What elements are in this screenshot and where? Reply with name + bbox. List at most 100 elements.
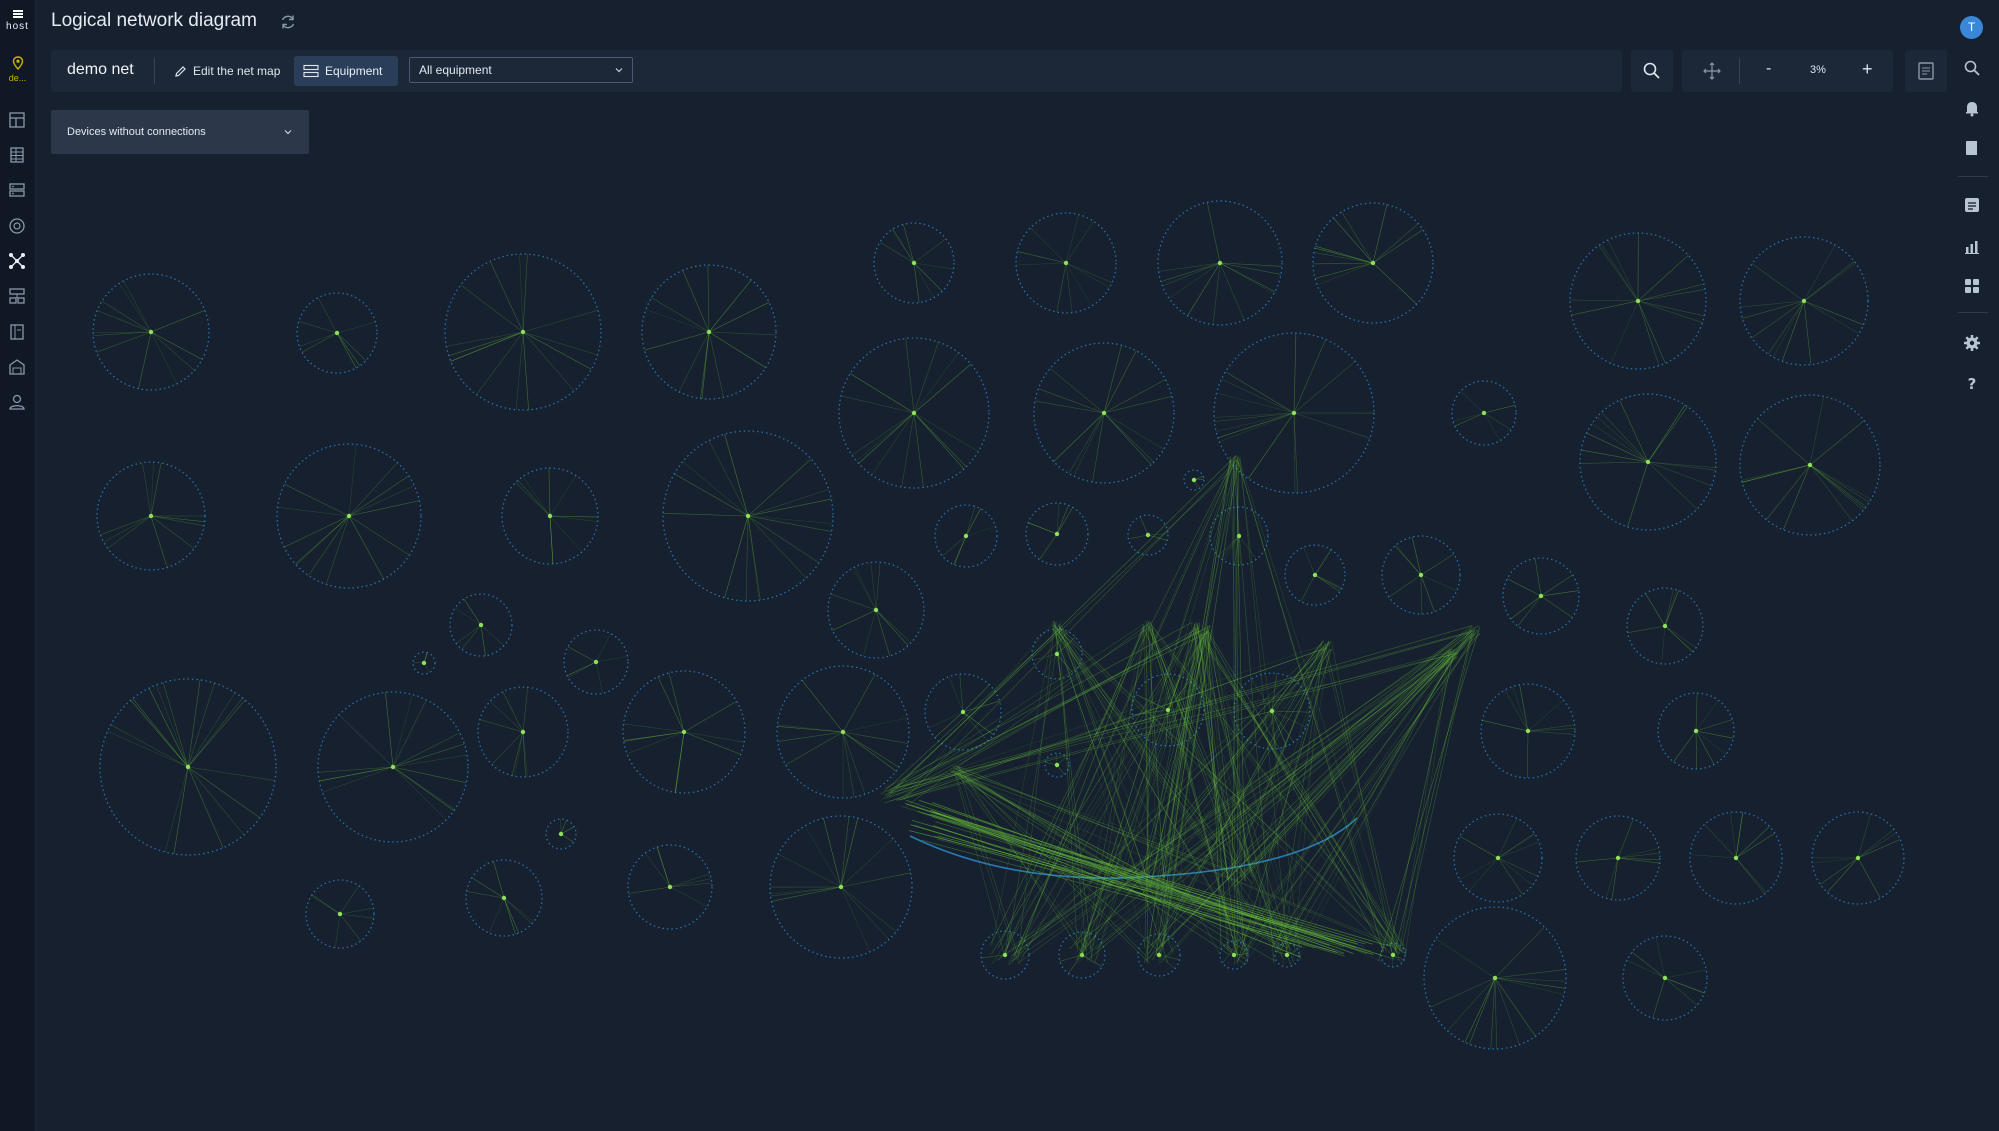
hub-node[interactable] [346,513,352,519]
devices-icon[interactable] [7,286,27,306]
node-cluster[interactable] [622,670,746,794]
hub-node[interactable] [1801,298,1807,304]
node-cluster[interactable] [980,930,1030,980]
gear-icon[interactable] [1962,333,1982,353]
node-cluster[interactable] [873,222,955,304]
node-cluster[interactable] [641,264,777,400]
hub-node[interactable] [838,884,844,890]
hub-node[interactable] [1418,572,1424,578]
hub-node[interactable] [1662,623,1668,629]
hub-node[interactable] [148,329,154,335]
location-selector[interactable]: de... [0,56,35,83]
hub-node[interactable] [1525,728,1531,734]
hub-node[interactable] [501,895,507,901]
node-cluster[interactable] [1312,202,1434,324]
refresh-icon[interactable] [279,13,297,31]
node-cluster[interactable] [276,443,422,589]
equipment-filter-select[interactable]: All equipment [409,57,633,83]
node-cluster[interactable] [627,844,713,930]
map-search-button[interactable] [1631,50,1673,92]
hub-node[interactable] [963,533,969,539]
node-cluster[interactable] [1626,587,1704,665]
hub-node[interactable] [1312,572,1318,578]
hub-node[interactable] [1693,728,1699,734]
node-cluster[interactable] [1622,935,1708,1021]
hub-node[interactable] [667,884,673,890]
hub-node[interactable] [1855,855,1861,861]
zoom-in-button[interactable]: + [1862,59,1873,80]
hub-node[interactable] [1370,260,1376,266]
hub-node[interactable] [478,622,484,628]
hub-node[interactable] [681,729,687,735]
chart-icon[interactable] [1962,236,1982,256]
node-cluster[interactable] [412,651,436,675]
hub-node[interactable] [840,729,846,735]
hub-node[interactable] [1615,855,1621,861]
hub-node[interactable] [185,764,191,770]
hub-node[interactable] [745,513,751,519]
node-cluster[interactable] [662,430,834,602]
node-cluster[interactable] [296,292,378,374]
hub-node[interactable] [1145,532,1151,538]
list-icon[interactable] [1962,195,1982,215]
user-avatar[interactable]: T [1960,16,1983,39]
node-cluster[interactable] [1569,232,1707,370]
node-cluster[interactable] [1453,813,1543,903]
node-cluster[interactable] [1579,393,1717,531]
document-icon[interactable] [7,322,27,342]
node-cluster[interactable] [827,561,925,659]
node-cluster[interactable] [1739,394,1881,536]
hub-node[interactable] [1807,462,1813,468]
node-cluster[interactable] [1015,212,1117,314]
hub-node[interactable] [706,329,712,335]
hub-node[interactable] [911,260,917,266]
search-icon[interactable] [1962,58,1982,78]
node-cluster[interactable] [501,467,599,565]
hub-node[interactable] [148,513,154,519]
hub-node[interactable] [1101,410,1107,416]
user-icon[interactable] [7,392,27,412]
app-logo[interactable]: host [0,10,35,32]
bell-icon[interactable] [1962,98,1982,118]
network-map-canvas[interactable] [36,100,1956,1131]
hub-node[interactable] [1481,410,1487,416]
node-cluster[interactable] [92,273,210,391]
hub-node[interactable] [334,330,340,336]
edit-net-map-button[interactable]: Edit the net map [166,56,288,86]
hub-node[interactable] [1063,260,1069,266]
node-cluster[interactable] [96,461,206,571]
node-cluster[interactable] [1480,683,1576,779]
node-cluster[interactable] [1575,815,1661,901]
node-cluster[interactable] [1502,557,1580,635]
hub-node[interactable] [1054,762,1060,768]
node-cluster[interactable] [1033,342,1175,484]
node-cluster[interactable] [444,253,602,411]
hub-node[interactable] [1538,593,1544,599]
node-cluster[interactable] [317,691,469,843]
hub-node[interactable] [1662,975,1668,981]
hub-node[interactable] [1492,975,1498,981]
book-icon[interactable] [1962,138,1982,158]
menu-icon[interactable] [12,10,23,18]
grid-icon[interactable] [1962,276,1982,296]
node-cluster[interactable] [1451,380,1517,446]
network-map-icon[interactable] [7,251,27,271]
hub-node[interactable] [593,659,599,665]
node-cluster[interactable] [449,593,513,657]
table-icon[interactable] [7,145,27,165]
warehouse-icon[interactable] [7,357,27,377]
node-cluster[interactable] [465,859,543,937]
zoom-out-button[interactable]: - [1766,60,1771,78]
node-cluster[interactable] [1811,811,1905,905]
hub-node[interactable] [960,709,966,715]
hub-node[interactable] [558,831,564,837]
node-cluster[interactable] [1689,811,1783,905]
hub-node[interactable] [1635,298,1641,304]
hub-node[interactable] [421,660,427,666]
hub-node[interactable] [1191,477,1197,483]
node-cluster[interactable] [1157,200,1283,326]
node-cluster[interactable] [99,678,277,856]
equipment-button[interactable]: Equipment [294,56,398,86]
node-cluster[interactable] [776,665,910,799]
fit-to-screen-icon[interactable] [1702,61,1722,81]
